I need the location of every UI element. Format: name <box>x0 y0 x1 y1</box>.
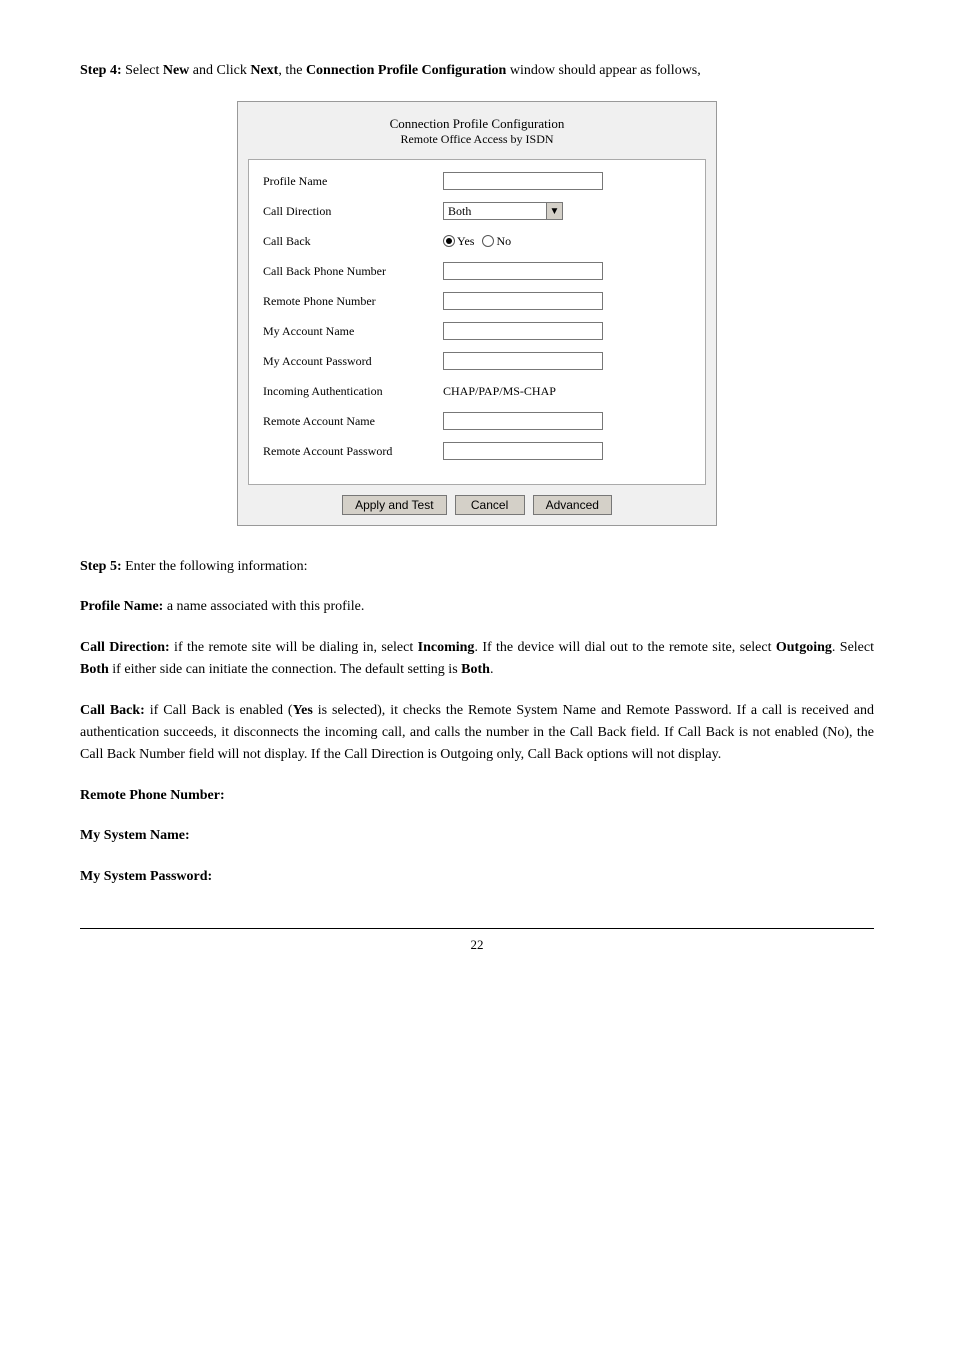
radio-no-label: No <box>496 234 511 249</box>
para-call-direction-bold: Call Direction: <box>80 640 170 655</box>
advanced-button[interactable]: Advanced <box>533 495 612 515</box>
input-callback-phone[interactable] <box>443 262 603 280</box>
label-call-back: Call Back <box>263 234 443 249</box>
input-profile-name[interactable] <box>443 172 603 190</box>
para-call-direction-text: if the remote site will be dialing in, s… <box>80 640 874 677</box>
dialog-title-main: Connection Profile Configuration <box>238 116 716 132</box>
dialog-buttons: Apply and Test Cancel Advanced <box>238 485 716 525</box>
para-call-direction: Call Direction: if the remote site will … <box>80 637 874 682</box>
label-remote-account-name: Remote Account Name <box>263 414 443 429</box>
radio-yes-circle[interactable] <box>443 235 455 247</box>
input-remote-account-name[interactable] <box>443 412 603 430</box>
label-account-password: My Account Password <box>263 354 443 369</box>
input-account-name[interactable] <box>443 322 603 340</box>
form-row-account-password: My Account Password <box>263 350 691 372</box>
select-call-direction-value: Both <box>444 204 546 219</box>
dialog-form-area: Profile Name Call Direction Both ▼ Call … <box>248 159 706 485</box>
dialog-wrapper: Connection Profile Configuration Remote … <box>80 101 874 526</box>
para-profile-name-text: a name associated with this profile. <box>163 599 364 614</box>
radio-group-call-back: Yes No <box>443 234 511 249</box>
form-row-account-name: My Account Name <box>263 320 691 342</box>
form-row-call-direction: Call Direction Both ▼ <box>263 200 691 222</box>
page-number: 22 <box>80 928 874 953</box>
input-remote-account-password[interactable] <box>443 442 603 460</box>
step4-paragraph: Step 4: Select New and Click Next, the C… <box>80 60 874 81</box>
para-my-system-name: My System Name: <box>80 825 874 847</box>
step4-label: Step 4: <box>80 63 122 78</box>
label-incoming-auth: Incoming Authentication <box>263 384 443 399</box>
step5-paragraph: Step 5: Enter the following information: <box>80 556 874 578</box>
select-call-direction[interactable]: Both ▼ <box>443 202 563 220</box>
radio-yes[interactable]: Yes <box>443 234 474 249</box>
form-row-remote-phone: Remote Phone Number <box>263 290 691 312</box>
step4-body: Select New and Click Next, the Connectio… <box>122 63 701 78</box>
value-incoming-auth: CHAP/PAP/MS-CHAP <box>443 384 556 399</box>
label-remote-account-password: Remote Account Password <box>263 444 443 459</box>
para-call-back-bold: Call Back: <box>80 703 145 718</box>
dialog-box: Connection Profile Configuration Remote … <box>237 101 717 526</box>
radio-no[interactable]: No <box>482 234 511 249</box>
para-call-back: Call Back: if Call Back is enabled (Yes … <box>80 700 874 767</box>
label-callback-phone: Call Back Phone Number <box>263 264 443 279</box>
para-call-back-text: if Call Back is enabled (Yes is selected… <box>80 703 874 763</box>
form-row-remote-account-name: Remote Account Name <box>263 410 691 432</box>
cancel-button[interactable]: Cancel <box>455 495 525 515</box>
step5-label: Step 5: <box>80 559 122 574</box>
dialog-title-area: Connection Profile Configuration Remote … <box>238 112 716 151</box>
apply-test-button[interactable]: Apply and Test <box>342 495 447 515</box>
input-account-password[interactable] <box>443 352 603 370</box>
form-row-call-back: Call Back Yes No <box>263 230 691 252</box>
para-my-system-password: My System Password: <box>80 866 874 888</box>
para-my-system-name-bold: My System Name: <box>80 828 190 843</box>
form-row-remote-account-password: Remote Account Password <box>263 440 691 462</box>
label-call-direction: Call Direction <box>263 204 443 219</box>
radio-no-circle[interactable] <box>482 235 494 247</box>
step5-body: Enter the following information: <box>122 559 308 574</box>
para-my-system-password-bold: My System Password: <box>80 869 212 884</box>
input-remote-phone[interactable] <box>443 292 603 310</box>
page-content: Step 4: Select New and Click Next, the C… <box>80 60 874 953</box>
label-account-name: My Account Name <box>263 324 443 339</box>
form-row-profile-name: Profile Name <box>263 170 691 192</box>
form-row-callback-phone: Call Back Phone Number <box>263 260 691 282</box>
para-remote-phone-bold: Remote Phone Number: <box>80 788 225 803</box>
select-arrow-icon[interactable]: ▼ <box>546 203 562 219</box>
label-profile-name: Profile Name <box>263 174 443 189</box>
form-row-incoming-auth: Incoming Authentication CHAP/PAP/MS-CHAP <box>263 380 691 402</box>
para-profile-name-bold: Profile Name: <box>80 599 163 614</box>
para-profile-name: Profile Name: a name associated with thi… <box>80 596 874 618</box>
label-remote-phone: Remote Phone Number <box>263 294 443 309</box>
radio-yes-label: Yes <box>457 234 474 249</box>
dialog-title-sub: Remote Office Access by ISDN <box>238 132 716 147</box>
para-remote-phone: Remote Phone Number: <box>80 785 874 807</box>
